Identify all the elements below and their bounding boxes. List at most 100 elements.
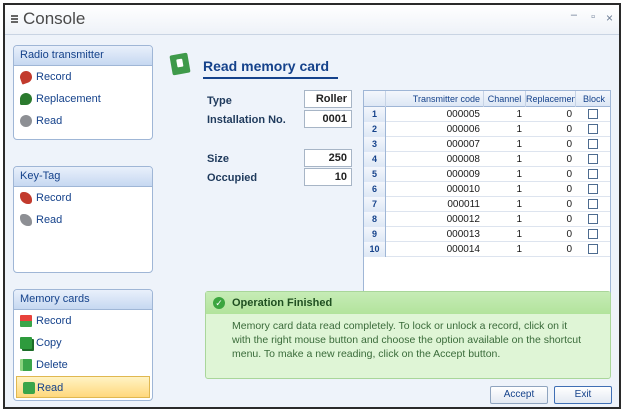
card-read-item[interactable]: Read [16,376,150,398]
table-row[interactable]: 2 000006 1 0 [364,122,610,137]
replacement-cell: 0 [566,124,572,135]
block-cell [576,152,612,167]
block-checkbox[interactable] [588,139,598,149]
panel-header-keytag: Key-Tag [14,167,152,187]
col-transmitter-code[interactable]: Transmitter code [386,91,484,107]
transmitter-code-cell: 000009 [446,169,480,180]
key-tag-panel: Key-Tag Record Read [13,166,153,273]
block-checkbox[interactable] [588,109,598,119]
main-content: Read memory card Type Roller Installatio… [167,45,617,407]
block-cell [576,137,612,152]
block-checkbox[interactable] [588,154,598,164]
transmitter-table[interactable]: Transmitter code Channel Replacemen Bloc… [363,90,611,320]
block-checkbox[interactable] [588,169,598,179]
replacement-cell: 0 [566,139,572,150]
installation-value: 0001 [304,110,352,128]
radio-replacement-item[interactable]: Replacement [14,88,152,110]
block-checkbox[interactable] [588,229,598,239]
replacement-cell: 0 [566,184,572,195]
replacement-cell: 0 [566,154,572,165]
block-cell [576,167,612,182]
channel-cell: 1 [516,169,522,180]
replacement-cell: 0 [566,169,572,180]
type-label: Type [207,95,232,107]
replacement-cell: 0 [566,244,572,255]
status-message-box: ✓ Operation Finished Memory card data re… [205,291,611,379]
transmitter-code-cell: 000012 [446,214,480,225]
channel-cell: 1 [516,154,522,165]
keytag-record-item[interactable]: Record [14,187,152,209]
card-delete-label: Delete [36,359,68,371]
block-cell [576,227,612,242]
row-number: 2 [364,122,386,137]
table-row[interactable]: 10 000014 1 0 [364,242,610,257]
table-row[interactable]: 7 000011 1 0 [364,197,610,212]
card-copy-item[interactable]: Copy [14,332,152,354]
channel-cell: 1 [516,214,522,225]
table-header: Transmitter code Channel Replacemen Bloc… [364,91,610,107]
col-block[interactable]: Block [576,91,612,107]
block-cell [576,197,612,212]
radio-read-label: Read [36,115,63,127]
memory-card-read-icon [169,52,191,76]
table-row[interactable]: 8 000012 1 0 [364,212,610,227]
block-cell [576,242,612,257]
close-button[interactable]: × [606,11,613,25]
radio-replacement-icon [20,93,32,105]
col-replacement[interactable]: Replacemen [526,91,576,107]
channel-cell: 1 [516,229,522,240]
occupied-label: Occupied [207,172,258,184]
radio-read-item[interactable]: Read [14,110,152,132]
table-row[interactable]: 1 000005 1 0 [364,107,610,122]
transmitter-code-cell: 000014 [446,244,480,255]
row-number: 3 [364,137,386,152]
card-record-icon [20,315,32,327]
app-menu-icon[interactable] [11,15,18,23]
radio-read-icon [20,115,32,127]
radio-record-item[interactable]: Record [14,66,152,88]
transmitter-code-cell: 000008 [446,154,480,165]
message-title: Operation Finished [232,297,333,309]
accept-button[interactable]: Accept [490,386,548,404]
radio-record-icon [18,69,34,85]
maximize-button[interactable]: ▫ [591,11,595,23]
checkmark-icon: ✓ [213,297,225,309]
col-channel[interactable]: Channel [484,91,526,107]
replacement-cell: 0 [566,199,572,210]
row-number: 4 [364,152,386,167]
table-row[interactable]: 4 000008 1 0 [364,152,610,167]
block-cell [576,182,612,197]
table-row[interactable]: 3 000007 1 0 [364,137,610,152]
card-delete-item[interactable]: Delete [14,354,152,376]
table-row[interactable]: 5 000009 1 0 [364,167,610,182]
row-number: 1 [364,107,386,122]
block-checkbox[interactable] [588,124,598,134]
message-header: ✓ Operation Finished [206,292,610,314]
block-checkbox[interactable] [588,184,598,194]
row-number: 8 [364,212,386,227]
keytag-read-icon [20,214,32,226]
table-row[interactable]: 9 000013 1 0 [364,227,610,242]
card-read-icon [23,382,35,394]
radio-record-label: Record [36,71,72,83]
block-checkbox[interactable] [588,244,598,254]
radio-replacement-label: Replacement [36,93,101,105]
console-window: Console – ▫ × Radio transmitter Record R… [3,3,621,409]
card-read-label: Read [37,382,64,394]
size-label: Size [207,153,230,165]
table-row[interactable]: 6 000010 1 0 [364,182,610,197]
page-title: Read memory card [203,58,330,74]
keytag-read-item[interactable]: Read [14,209,152,231]
size-value: 250 [304,149,352,167]
block-checkbox[interactable] [588,199,598,209]
exit-button[interactable]: Exit [554,386,612,404]
card-copy-icon [20,337,32,349]
replacement-cell: 0 [566,214,572,225]
message-body: Memory card data read completely. To loc… [232,320,582,360]
block-checkbox[interactable] [588,214,598,224]
card-record-item[interactable]: Record [14,310,152,332]
title-underline [203,77,338,79]
panel-header-cards: Memory cards [14,290,152,310]
minimize-button[interactable]: – [571,9,577,21]
block-cell [576,107,612,122]
